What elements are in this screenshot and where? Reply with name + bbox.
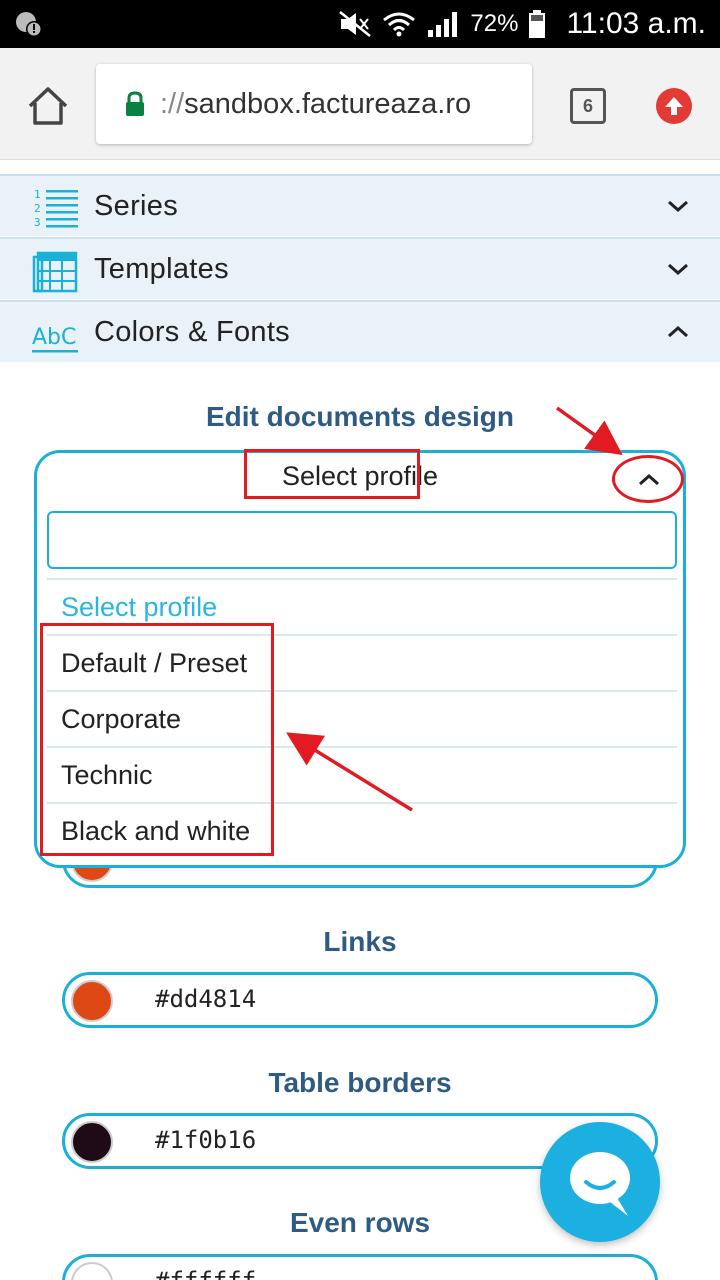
chat-button[interactable]: [540, 1122, 660, 1242]
annotation-arrows: [286, 406, 623, 812]
chat-bubble-icon: [570, 1152, 630, 1216]
